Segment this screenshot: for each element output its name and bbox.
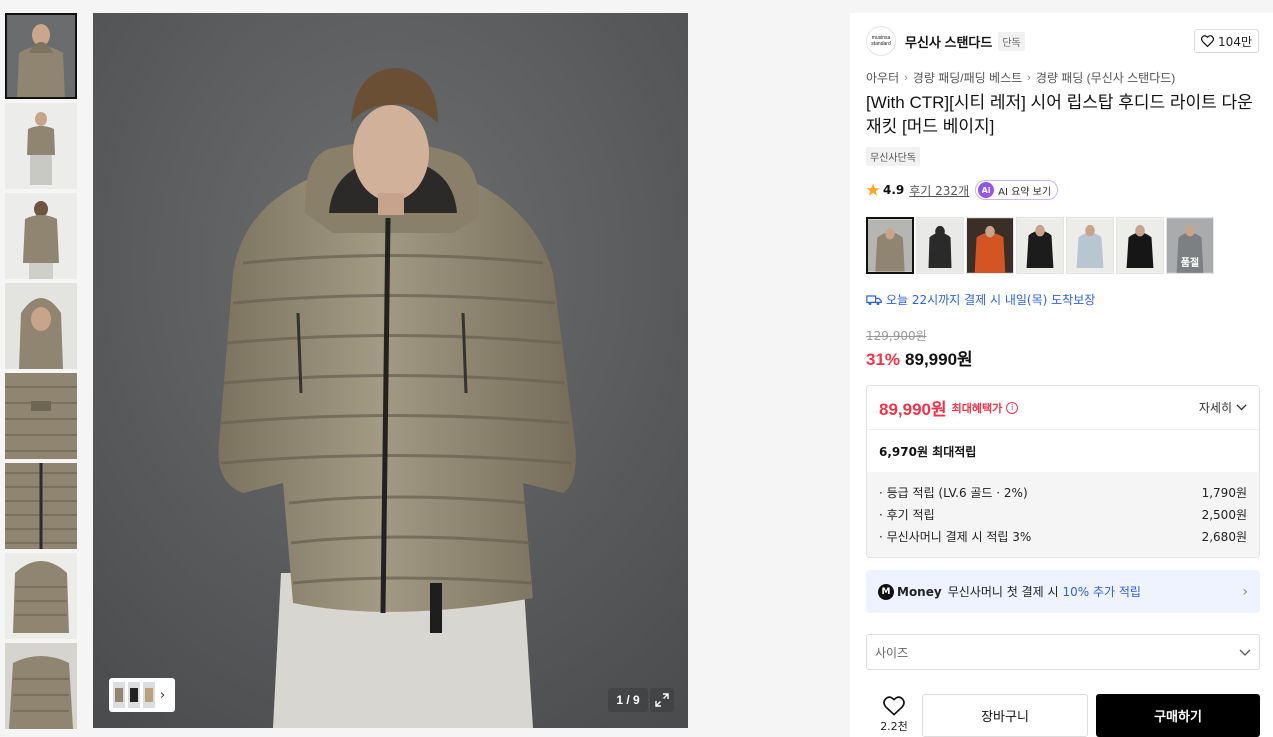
money-logo-icon: M bbox=[878, 583, 894, 600]
thumbnail-5[interactable] bbox=[5, 373, 77, 459]
rating-row: 4.9 후기 232개 Ai AI 요약 보기 bbox=[866, 179, 1059, 201]
color-option-black-model[interactable] bbox=[916, 217, 964, 274]
thumbnail-3[interactable] bbox=[5, 193, 77, 279]
delivery-guarantee: 오늘 22시까지 결제 시 내일(목) 도착보장 bbox=[866, 291, 1095, 308]
wishlist-button[interactable]: 2.2천 bbox=[866, 694, 922, 737]
chevron-right-icon: › bbox=[1027, 71, 1031, 84]
brand-name[interactable]: 무신사 스탠다드 bbox=[905, 32, 992, 51]
color-option-black[interactable] bbox=[1016, 217, 1064, 274]
benefit-item-label: · 등급 적립 (LV.6 골드 · 2%) bbox=[879, 486, 1028, 500]
benefit-item-label: · 무신사머니 결제 시 적립 3% bbox=[879, 530, 1032, 544]
chevron-right-icon: › bbox=[1242, 583, 1248, 600]
image-preview-strip[interactable]: › bbox=[109, 678, 175, 712]
max-benefit-price: 89,990원 bbox=[879, 400, 947, 419]
preview-thumb-sand bbox=[143, 682, 155, 708]
chevron-right-icon: › bbox=[904, 71, 908, 84]
brand-like-count: 104만 bbox=[1218, 34, 1252, 49]
chevron-down-icon bbox=[1236, 404, 1247, 411]
thumbnail-8[interactable] bbox=[5, 643, 77, 729]
preview-thumb-black bbox=[128, 682, 140, 708]
brand-like-button[interactable]: 104만 bbox=[1194, 29, 1259, 53]
color-option-mud-beige[interactable] bbox=[866, 217, 914, 274]
product-title: [With CTR][시티 레저] 시어 립스탑 후디드 라이트 다운 재킷 [… bbox=[866, 93, 1253, 136]
brand-exclusive-badge: 단독 bbox=[998, 31, 1025, 51]
soldout-label: 품절 bbox=[1180, 258, 1200, 269]
color-option-light-blue[interactable] bbox=[1066, 217, 1114, 274]
main-product-image[interactable]: › 1 / 9 bbox=[93, 13, 688, 728]
preview-thumb-beige bbox=[113, 682, 125, 708]
expand-button[interactable] bbox=[650, 688, 674, 712]
benefit-item: · 등급 적립 (LV.6 골드 · 2%) 1,790원 bbox=[879, 482, 1247, 504]
breadcrumb-item-outer[interactable]: 아우터 bbox=[866, 69, 899, 86]
thumbnail-2[interactable] bbox=[5, 103, 77, 189]
size-select-placeholder: 사이즈 bbox=[875, 645, 909, 660]
review-count-link[interactable]: 후기 232개 bbox=[909, 182, 969, 199]
benefit-item: · 후기 적립 2,500원 bbox=[879, 504, 1247, 526]
expand-icon bbox=[655, 693, 669, 707]
price-row: 31% 89,990원 bbox=[866, 345, 973, 370]
wishlist-count: 2.2천 bbox=[880, 720, 908, 733]
color-option-gray-soldout[interactable]: 품절 bbox=[1166, 217, 1214, 274]
max-points: 6,970원 최대적립 bbox=[879, 444, 977, 459]
money-brand: Money bbox=[897, 584, 942, 599]
thumbnail-4[interactable] bbox=[5, 283, 77, 369]
sale-price: 89,990원 bbox=[905, 350, 973, 369]
purchase-bar: 2.2천 장바구니 구매하기 bbox=[866, 694, 1260, 737]
breadcrumb: 아우터 › 경량 패딩/패딩 베스트 › 경량 패딩 (무신사 스탠다드) bbox=[866, 69, 1175, 86]
info-icon[interactable]: i bbox=[1006, 401, 1019, 414]
image-counter: 1 / 9 bbox=[608, 688, 648, 712]
benefit-detail-button[interactable]: 자세히 bbox=[1199, 399, 1247, 416]
thumbnail-6[interactable] bbox=[5, 463, 77, 549]
ai-icon: Ai bbox=[978, 182, 995, 198]
color-option-black-2[interactable] bbox=[1116, 217, 1164, 274]
jacket-photo bbox=[93, 13, 688, 728]
color-option-orange[interactable] bbox=[966, 217, 1014, 274]
truck-icon bbox=[866, 294, 882, 305]
benefit-item-label: · 후기 적립 bbox=[879, 508, 935, 522]
size-select[interactable]: 사이즈 bbox=[866, 634, 1260, 670]
benefit-header: 89,990원 최대혜택가 i 자세히 bbox=[867, 386, 1259, 430]
brand-row: musinsa standard 무신사 스탠다드 단독 104만 bbox=[866, 25, 1259, 57]
thumbnail-1[interactable] bbox=[5, 13, 77, 99]
product-info-panel: musinsa standard 무신사 스탠다드 단독 104만 아우터 › … bbox=[850, 13, 1273, 737]
chevron-right-icon: › bbox=[160, 687, 166, 703]
delivery-text: 오늘 22시까지 결제 시 내일(목) 도착보장 bbox=[886, 293, 1096, 307]
money-promo-banner[interactable]: M Money 무신사머니 첫 결제 시 10% 추가 적립 › bbox=[866, 570, 1260, 613]
heart-icon bbox=[1201, 35, 1215, 47]
breadcrumb-item-light-padding[interactable]: 경량 패딩/패딩 베스트 bbox=[913, 69, 1022, 86]
brand-logo-text: musinsa standard bbox=[871, 35, 891, 47]
benefit-item: · 무신사머니 결제 시 적립 3% 2,680원 bbox=[879, 526, 1247, 548]
exclusive-tag: 무신사단독 bbox=[866, 147, 920, 166]
benefit-list: · 등급 적립 (LV.6 골드 · 2%) 1,790원 · 후기 적립 2,… bbox=[867, 472, 1259, 557]
thumbnail-7[interactable] bbox=[5, 553, 77, 639]
money-promo-highlight: 10% 추가 적립 bbox=[1062, 585, 1141, 599]
ai-summary-button[interactable]: Ai AI 요약 보기 bbox=[975, 180, 1059, 200]
ai-summary-label: AI 요약 보기 bbox=[998, 186, 1052, 198]
benefit-item-value: 2,680원 bbox=[1201, 530, 1247, 544]
buy-now-button[interactable]: 구매하기 bbox=[1096, 694, 1260, 737]
brand-logo[interactable]: musinsa standard bbox=[866, 26, 896, 56]
benefit-item-value: 2,500원 bbox=[1201, 508, 1247, 522]
max-benefit-label: 최대혜택가 bbox=[951, 401, 1003, 415]
product-page: › 1 / 9 musinsa standard 무신사 스탠다드 단독 104… bbox=[0, 0, 1273, 737]
discount-rate: 31% bbox=[866, 350, 901, 369]
benefit-item-value: 1,790원 bbox=[1201, 486, 1247, 500]
benefit-box: 89,990원 최대혜택가 i 자세히 6,970원 최대적립 · 등급 적립 … bbox=[866, 385, 1260, 558]
chevron-down-icon bbox=[1239, 649, 1251, 656]
money-promo-text: 무신사머니 첫 결제 시 bbox=[947, 585, 1059, 599]
heart-icon bbox=[883, 696, 905, 716]
benefit-detail-label: 자세히 bbox=[1198, 401, 1232, 415]
rating-score: 4.9 bbox=[883, 183, 905, 197]
color-options: 품절 bbox=[866, 217, 1214, 274]
add-to-cart-button[interactable]: 장바구니 bbox=[922, 694, 1088, 737]
breadcrumb-item-brand-padding[interactable]: 경량 패딩 (무신사 스탠다드) bbox=[1036, 69, 1175, 86]
original-price: 129,900원 bbox=[866, 329, 927, 343]
thumbnail-list bbox=[5, 13, 77, 737]
star-icon bbox=[866, 183, 880, 196]
